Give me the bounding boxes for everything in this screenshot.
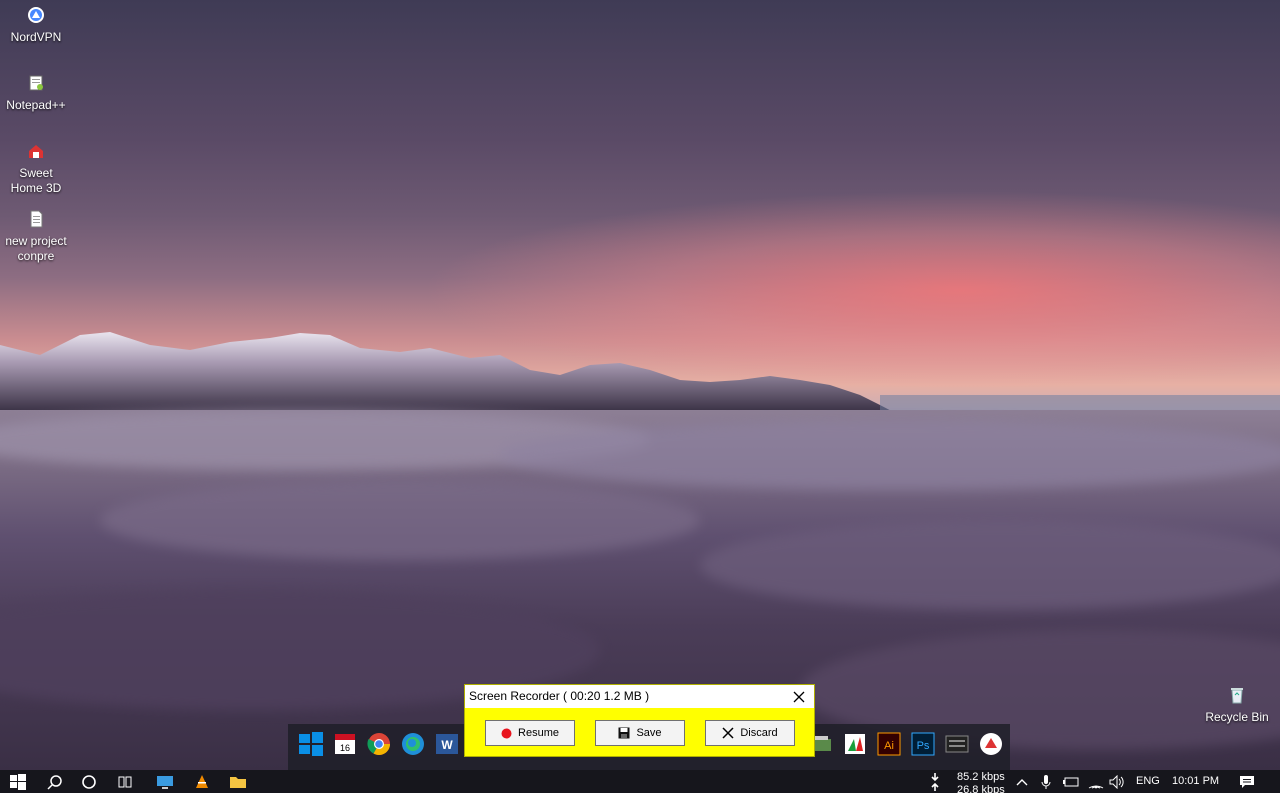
start-icon xyxy=(10,773,26,790)
chrome-icon[interactable] xyxy=(366,731,392,757)
illustrator-icon[interactable]: Ai xyxy=(876,731,902,757)
task-view-icon xyxy=(118,776,132,787)
calendar-day: 16 xyxy=(340,743,350,753)
illustrator-letters: Ai xyxy=(884,740,894,752)
keyboard-app-icon[interactable] xyxy=(944,731,970,757)
start-button[interactable] xyxy=(0,770,36,793)
desktop-app-icon xyxy=(157,775,173,789)
network-speed-arrows xyxy=(926,770,944,793)
cortana-button[interactable] xyxy=(72,770,106,793)
taskbar-file-explorer[interactable] xyxy=(221,770,255,793)
desktop-icon-nordvpn[interactable]: NordVPN xyxy=(0,6,72,45)
floppy-disk-icon xyxy=(618,727,630,739)
wifi-button[interactable] xyxy=(1086,770,1106,793)
action-center-button[interactable] xyxy=(1234,770,1260,793)
wifi-icon xyxy=(1088,785,1104,788)
network-upload-speed: 26.8 kbps xyxy=(957,784,1005,793)
microphone-button[interactable] xyxy=(1036,770,1056,793)
taskbar-vlc[interactable] xyxy=(185,770,219,793)
cortana-icon xyxy=(82,774,96,789)
task-view-button[interactable] xyxy=(108,770,142,793)
notepad-plus-plus-icon xyxy=(29,75,43,91)
network-download-speed: 85.2 kbps xyxy=(957,771,1005,783)
discard-label: Discard xyxy=(740,727,778,739)
screen-recorder-title: Screen Recorder ( 00:20 1.2 MB ) xyxy=(469,689,650,703)
desktop-wallpaper xyxy=(0,0,1280,770)
nordvpn-icon[interactable] xyxy=(978,731,1004,757)
record-dot-icon xyxy=(501,728,512,738)
desktop-icon-label: NordVPN xyxy=(10,30,62,44)
show-hidden-icons-button[interactable] xyxy=(1012,770,1032,793)
word-letter: W xyxy=(441,738,453,752)
desktop-icon-label: Notepad++ xyxy=(6,98,66,112)
close-button[interactable] xyxy=(790,685,808,708)
photoshop-icon[interactable]: Ps xyxy=(910,731,936,757)
volume-button[interactable] xyxy=(1107,770,1127,793)
sweet-home-3d-icon xyxy=(29,145,43,158)
vlc-icon xyxy=(196,774,208,788)
taskbar-desktop-app[interactable] xyxy=(148,770,182,793)
windows-logo-icon[interactable] xyxy=(298,731,324,757)
search-button[interactable] xyxy=(38,770,72,793)
file-explorer-icon xyxy=(230,776,246,788)
photoshop-letters: Ps xyxy=(917,740,930,752)
desktop-icon-new-project[interactable]: new project conpre xyxy=(0,210,72,264)
network-arrows-icon xyxy=(931,772,939,791)
clock[interactable]: 10:01 PM xyxy=(1172,775,1219,787)
speaker-icon xyxy=(1109,774,1124,789)
language-indicator[interactable]: ENG xyxy=(1136,775,1160,787)
resume-button[interactable]: Resume xyxy=(485,720,575,746)
recycle-bin-icon xyxy=(1231,688,1243,704)
resume-label: Resume xyxy=(518,727,559,739)
close-icon xyxy=(793,691,805,703)
paint-icon[interactable] xyxy=(842,731,868,757)
document-icon xyxy=(30,210,43,228)
notification-icon xyxy=(1240,775,1254,788)
screen-recorder-dialog: Screen Recorder ( 00:20 1.2 MB ) Resume … xyxy=(464,684,815,757)
desktop-icon-sweet-home-3d[interactable]: Sweet Home 3D xyxy=(0,142,72,196)
save-label: Save xyxy=(636,727,662,739)
battery-button[interactable] xyxy=(1060,770,1082,793)
edge-icon[interactable] xyxy=(400,731,426,757)
desktop-icon-label: Recycle Bin xyxy=(1205,710,1269,724)
discard-button[interactable]: Discard xyxy=(705,720,795,746)
x-icon xyxy=(722,727,734,739)
search-icon xyxy=(47,774,62,790)
microphone-icon xyxy=(1041,774,1051,789)
desktop-icon-notepad-plus-plus[interactable]: Notepad++ xyxy=(0,74,72,113)
nordvpn-icon xyxy=(28,7,44,23)
chevron-up-icon xyxy=(1016,778,1028,785)
calendar-icon[interactable]: 16 xyxy=(332,731,358,757)
taskbar: 85.2 kbps 26.8 kbps ENG 10:01 PM xyxy=(0,770,1280,793)
save-button[interactable]: Save xyxy=(595,720,685,746)
desktop-icon-label: new project conpre xyxy=(5,234,67,263)
screen-recorder-titlebar[interactable]: Screen Recorder ( 00:20 1.2 MB ) xyxy=(465,685,814,708)
desktop-icon-label: Sweet Home 3D xyxy=(10,166,62,195)
battery-icon xyxy=(1063,777,1079,786)
word-icon[interactable]: W xyxy=(434,731,460,757)
desktop-icon-recycle-bin[interactable]: Recycle Bin xyxy=(1201,686,1273,725)
